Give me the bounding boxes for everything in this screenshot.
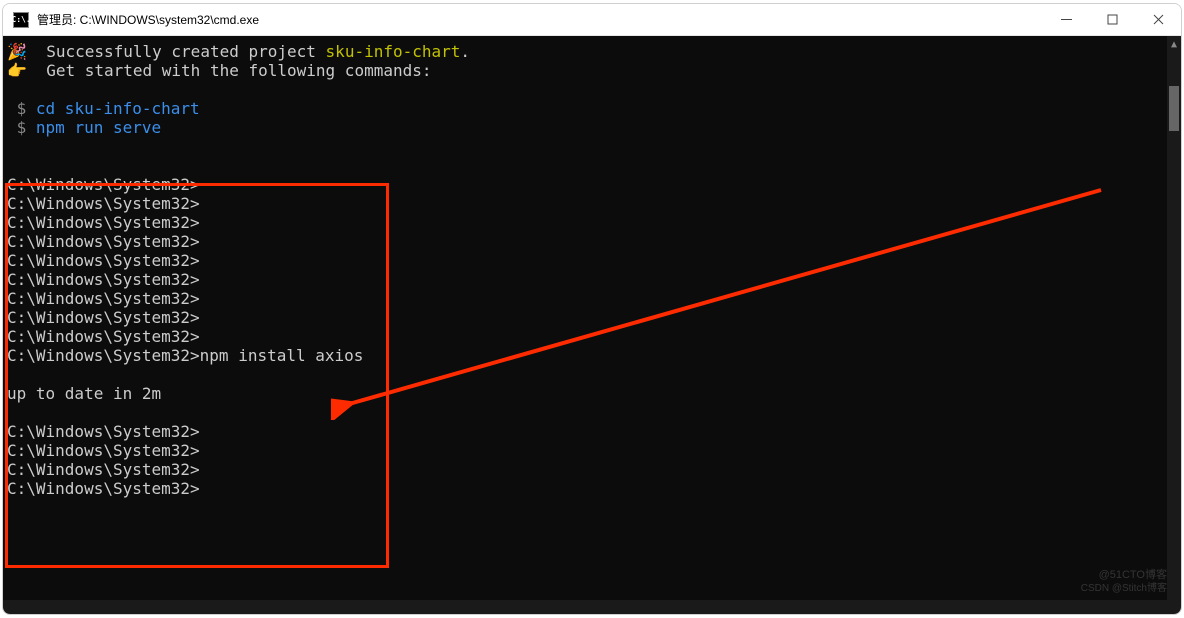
prompt-dollar: $	[7, 118, 36, 137]
titlebar[interactable]: C:\. 管理员: C:\WINDOWS\system32\cmd.exe	[3, 4, 1181, 36]
command: npm run serve	[36, 118, 161, 137]
window-title: 管理员: C:\WINDOWS\system32\cmd.exe	[37, 11, 259, 28]
command: npm install axios	[200, 346, 364, 365]
prompt: C:\Windows\System32>	[7, 422, 200, 441]
prompt: C:\Windows\System32>	[7, 270, 200, 289]
prompt: C:\Windows\System32>	[7, 289, 200, 308]
text: .	[460, 42, 470, 61]
minimize-button[interactable]	[1043, 4, 1089, 35]
window-controls	[1043, 4, 1181, 35]
prompt-dollar: $	[7, 99, 36, 118]
prompt: C:\Windows\System32>	[7, 251, 200, 270]
prompt: C:\Windows\System32>	[7, 308, 200, 327]
emoji-icon: 🎉	[7, 42, 27, 61]
scrollbar-thumb[interactable]	[1169, 86, 1179, 131]
prompt: C:\Windows\System32>	[7, 346, 200, 365]
prompt: C:\Windows\System32>	[7, 327, 200, 346]
project-name: sku-info-chart	[326, 42, 461, 61]
emoji-icon: 👉	[7, 61, 27, 80]
cmd-window: C:\. 管理员: C:\WINDOWS\system32\cmd.exe 🎉 …	[2, 3, 1182, 615]
scroll-up-arrow[interactable]: ▲	[1167, 36, 1181, 52]
vertical-scrollbar[interactable]: ▲	[1167, 36, 1181, 600]
app-icon: C:\.	[13, 12, 29, 28]
prompt: C:\Windows\System32>	[7, 441, 200, 460]
prompt: C:\Windows\System32>	[7, 175, 200, 194]
terminal-area: 🎉 Successfully created project sku-info-…	[3, 36, 1181, 600]
prompt: C:\Windows\System32>	[7, 194, 200, 213]
prompt: C:\Windows\System32>	[7, 232, 200, 251]
prompt: C:\Windows\System32>	[7, 460, 200, 479]
close-button[interactable]	[1135, 4, 1181, 35]
prompt: C:\Windows\System32>	[7, 213, 200, 232]
output-line: up to date in 2m	[7, 384, 161, 403]
horizontal-scrollbar[interactable]	[3, 600, 1181, 614]
terminal-output[interactable]: 🎉 Successfully created project sku-info-…	[3, 36, 1167, 600]
command: cd sku-info-chart	[36, 99, 200, 118]
text: Get started with the following commands:	[27, 61, 432, 80]
prompt: C:\Windows\System32>	[7, 479, 200, 498]
text: Successfully created project	[27, 42, 326, 61]
maximize-button[interactable]	[1089, 4, 1135, 35]
